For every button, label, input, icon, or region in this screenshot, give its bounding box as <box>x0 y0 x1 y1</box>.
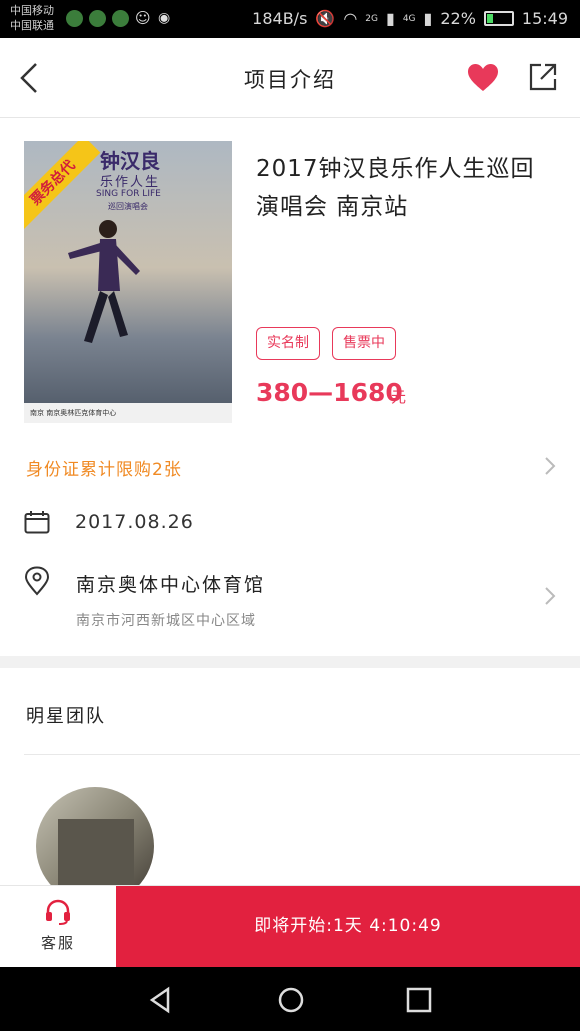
poster-english: SING FOR LIFE <box>96 189 161 199</box>
person-icon: ☺ <box>135 9 151 27</box>
team-divider <box>24 754 580 755</box>
poster-artist: 钟汉良 <box>100 149 160 173</box>
venue-row[interactable]: 南京奥体中心体育馆 南京市河西新城区中心区域 <box>0 560 580 638</box>
purchase-limit-text: 身份证累计限购2张 <box>26 460 182 480</box>
weibo-icon: ◉ <box>158 10 171 26</box>
status-bar: 中国移动 中国联通 ☺ ◉ 184B/s 🔇 ◠ 2G ▮ 4G ▮ 22% 1… <box>0 0 580 38</box>
bottom-action-bar: 客服 即将开始:1天 4:10:49 <box>0 885 580 967</box>
poster-subtitle: 乐作人生 <box>100 175 161 190</box>
nav-back-icon[interactable] <box>146 985 176 1015</box>
event-date: 2017.08.26 <box>75 511 194 533</box>
customer-service-label: 客服 <box>40 934 75 952</box>
system-nav-bar <box>0 967 580 1031</box>
customer-service-button[interactable]: 客服 <box>0 886 116 967</box>
carrier-1: 中国移动 <box>10 4 54 17</box>
poster-footer: 南京 南京奥林匹克体育中心 <box>24 403 232 423</box>
date-row: 2017.08.26 <box>0 500 580 546</box>
signal-4g-icon: 4G <box>402 13 416 24</box>
signal-2g-icon: 2G <box>365 13 378 24</box>
signal-icon: ▮ <box>386 9 395 28</box>
calendar-icon <box>24 511 50 534</box>
tag-real-name: 实名制 <box>256 327 320 360</box>
section-divider <box>0 656 580 668</box>
clock: 15:49 <box>521 9 568 28</box>
price-range: 380—1680 <box>256 378 403 407</box>
app-notification-icon <box>89 10 106 27</box>
headset-icon <box>46 899 70 925</box>
venue-address: 南京市河西新城区中心区域 <box>76 613 256 629</box>
battery-icon <box>483 11 514 26</box>
network-speed: 184B/s <box>252 9 308 28</box>
event-title: 2017钟汉良乐作人生巡回演唱会 南京站 <box>256 156 535 220</box>
event-poster[interactable]: 票务总代 钟汉良 乐作人生 SING FOR LIFE 巡回演唱会 南京 南京奥… <box>24 141 232 423</box>
nav-recent-apps-icon[interactable] <box>404 985 434 1015</box>
carrier-labels: 中国移动 中国联通 <box>10 3 54 33</box>
status-right: 184B/s 🔇 ◠ 2G ▮ 4G ▮ 22% 15:49 <box>252 9 568 28</box>
chevron-right-icon <box>545 587 556 605</box>
location-pin-icon <box>24 566 50 596</box>
chevron-right-icon <box>545 457 556 475</box>
countdown-buy-button[interactable]: 即将开始:1天 4:10:49 <box>116 886 580 967</box>
favorite-heart-icon[interactable] <box>466 62 500 94</box>
team-section-title: 明星团队 <box>26 706 106 727</box>
top-app-bar: 项目介绍 <box>0 38 580 118</box>
wifi-icon: ◠ <box>343 9 358 28</box>
share-icon[interactable] <box>528 62 558 92</box>
purchase-limit-row[interactable]: 身份证累计限购2张 <box>0 446 580 486</box>
battery-percent: 22% <box>440 9 476 28</box>
nav-home-icon[interactable] <box>276 985 306 1015</box>
price-unit: 元 <box>391 388 407 406</box>
carrier-2: 中国联通 <box>10 19 54 32</box>
venue-name: 南京奥体中心体育馆 <box>76 574 266 596</box>
signal-icon: ▮ <box>423 9 433 28</box>
notification-icons: ☺ ◉ <box>66 10 175 27</box>
app-notification-icon <box>66 10 83 27</box>
app-notification-icon <box>112 10 129 27</box>
tag-on-sale: 售票中 <box>332 327 396 360</box>
avatar-photo <box>58 819 134 885</box>
mute-icon: 🔇 <box>315 9 336 28</box>
performer-figure <box>68 220 140 343</box>
